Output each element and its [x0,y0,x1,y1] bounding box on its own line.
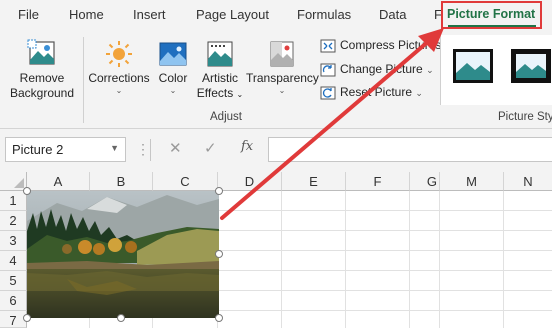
annotation-arrow-icon [220,28,444,220]
